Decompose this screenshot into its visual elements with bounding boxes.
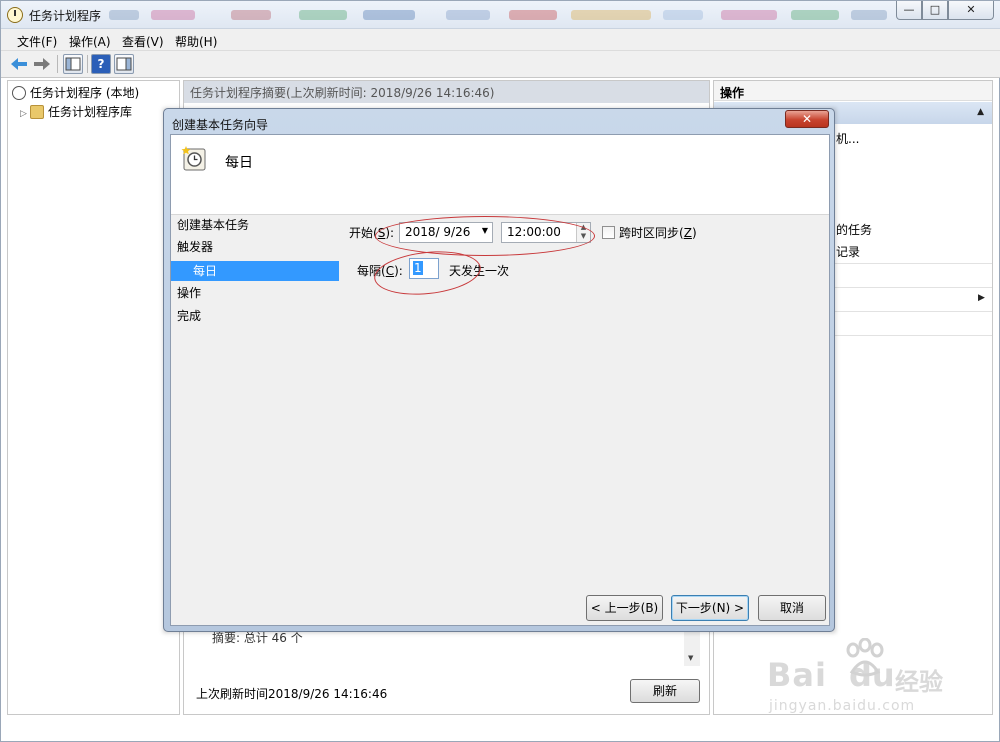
step-action[interactable]: 操作 (177, 283, 201, 303)
action-item-history[interactable]: 记录 (836, 243, 860, 260)
console-tree: 任务计划程序 (本地) ▷ 任务计划程序库 (7, 80, 180, 715)
sync-label-key: Z (683, 226, 692, 240)
watermark-cn: 经验 (895, 668, 943, 696)
back-arrow-icon[interactable] (11, 58, 27, 70)
next-button[interactable]: 下一步(N) > (671, 595, 749, 621)
scroll-down-icon: ▼ (688, 654, 694, 662)
annotation-ellipse-start (375, 216, 595, 256)
maximize-button[interactable]: □ (922, 1, 948, 20)
wizard-banner: 每日 (171, 135, 829, 215)
blurred-taskbar-icon (446, 10, 490, 20)
create-basic-task-wizard: 创建基本任务向导 ✕ 每日 创建基本任务 触发器 每日 操作 完成 开始(S):… (163, 108, 835, 632)
tree-item-root[interactable]: 任务计划程序 (本地) (12, 84, 139, 102)
blurred-taskbar-icon (791, 10, 839, 20)
menu-bar: 文件(F) 操作(A) 查看(V) 帮助(H) (1, 29, 1000, 51)
wizard-page-title: 每日 (225, 155, 253, 171)
blurred-taskbar-icon (571, 10, 651, 20)
actions-header: 操作 (714, 81, 992, 101)
show-hide-console-tree-button[interactable] (63, 54, 83, 74)
step-trigger[interactable]: 触发器 (177, 237, 213, 257)
action-item-connect[interactable]: 机... (836, 130, 859, 147)
collapse-arrow-icon[interactable]: ▲ (977, 107, 984, 117)
sync-timezone-label[interactable]: 跨时区同步(Z) (619, 224, 697, 241)
clock-icon (12, 86, 26, 100)
back-button[interactable]: < 上一步(B) (586, 595, 663, 621)
menu-action[interactable]: 操作(A) (69, 33, 111, 50)
refresh-button[interactable]: 刷新 (630, 679, 700, 703)
clock-icon (7, 7, 23, 23)
dialog-title: 创建基本任务向导 (172, 118, 269, 132)
submenu-arrow-icon[interactable]: ▶ (978, 293, 985, 303)
blurred-taskbar-icon (151, 10, 195, 20)
action-item-tasks[interactable]: 的任务 (836, 221, 872, 238)
sync-label-text: 跨时区同步 (619, 226, 680, 240)
blurred-taskbar-icon (109, 10, 139, 20)
menu-view[interactable]: 查看(V) (122, 33, 164, 50)
baidu-watermark: Bai du 经验 jingyan.baidu.com (767, 638, 967, 718)
folder-icon (30, 105, 44, 119)
window-title: 任务计划程序 (29, 9, 102, 23)
toolbar-separator (87, 55, 88, 73)
tree-item-library[interactable]: ▷ 任务计划程序库 (20, 103, 132, 121)
dialog-client: 每日 创建基本任务 触发器 每日 操作 完成 开始(S): 2018/ 9/26… (170, 134, 830, 626)
console-tree-icon (65, 57, 81, 71)
step-daily[interactable]: 每日 (171, 261, 339, 281)
watermark-brand: Bai (767, 656, 827, 694)
toolbar-separator (57, 55, 58, 73)
annotation-ellipse-interval (372, 246, 483, 300)
minimize-button[interactable]: — (896, 1, 922, 20)
help-button[interactable]: ? (91, 54, 111, 74)
toolbar: ? (1, 51, 1000, 78)
watermark-brand-du: du (849, 656, 895, 694)
last-refresh-text: 上次刷新时间2018/9/26 14:16:46 (196, 687, 388, 701)
tree-library-label: 任务计划程序库 (48, 105, 133, 119)
menu-help[interactable]: 帮助(H) (175, 33, 217, 50)
window-titlebar[interactable]: 任务计划程序 — □ ✕ (1, 1, 1000, 29)
close-button[interactable]: ✕ (948, 1, 994, 20)
step-create-basic-task[interactable]: 创建基本任务 (177, 215, 249, 235)
tree-root-label: 任务计划程序 (本地) (30, 86, 140, 100)
expand-arrow-icon[interactable]: ▷ (20, 109, 30, 119)
menu-file[interactable]: 文件(F) (17, 33, 57, 50)
start-label-text: 开始 (349, 226, 374, 240)
show-hide-action-pane-button[interactable] (114, 54, 134, 74)
action-pane-icon (116, 57, 132, 71)
cancel-button[interactable]: 取消 (758, 595, 826, 621)
help-icon: ? (97, 57, 105, 71)
blurred-taskbar-icon (663, 10, 703, 20)
sync-timezone-checkbox[interactable] (602, 226, 615, 239)
blurred-taskbar-icon (231, 10, 271, 20)
wizard-steps: 创建基本任务 触发器 每日 操作 完成 (171, 215, 343, 625)
summary-header: 任务计划程序摘要(上次刷新时间: 2018/9/26 14:16:46) (184, 81, 709, 103)
step-finish[interactable]: 完成 (177, 306, 201, 326)
dialog-close-button[interactable]: ✕ (785, 110, 829, 128)
blurred-taskbar-icon (363, 10, 415, 20)
blurred-taskbar-icon (509, 10, 557, 20)
blurred-taskbar-icon (851, 10, 887, 20)
scheduled-task-icon (181, 146, 206, 171)
watermark-url: jingyan.baidu.com (769, 698, 916, 714)
blurred-taskbar-icon (299, 10, 347, 20)
blurred-taskbar-icon (721, 10, 777, 20)
forward-arrow-icon[interactable] (34, 58, 50, 70)
